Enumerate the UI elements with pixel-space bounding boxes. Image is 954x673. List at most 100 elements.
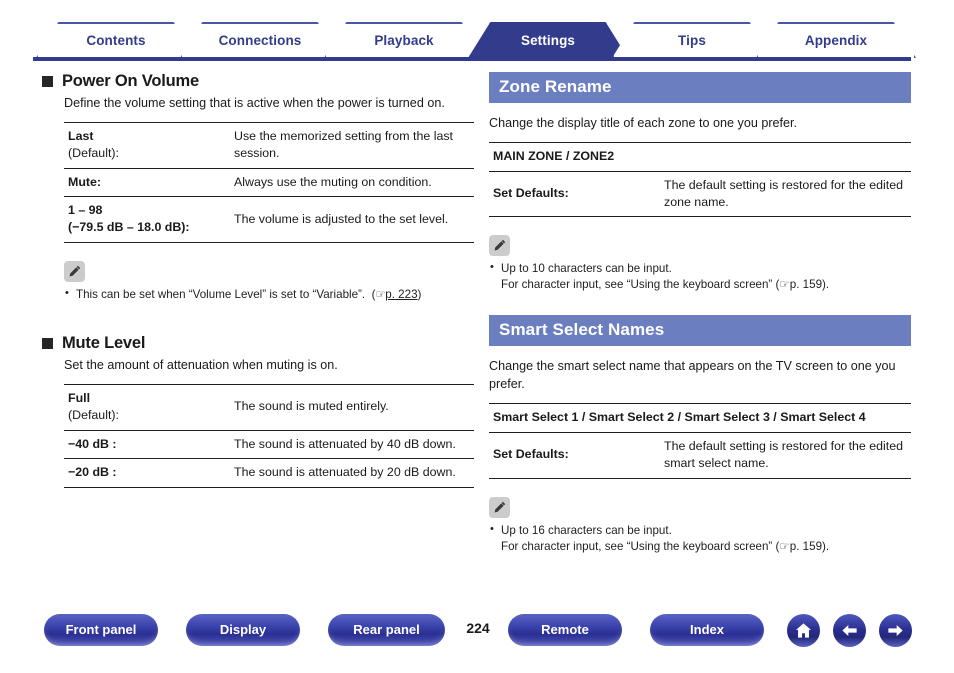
note-block-power-on-volume: This can be set when “Volume Level” is s… (64, 261, 476, 304)
note-block-smart-select-names: Up to 16 characters can be input. For ch… (489, 496, 911, 555)
key-rest: (Default): (68, 407, 119, 422)
section-heading-mute-level: Mute Level (42, 334, 476, 353)
list-item: This can be set when “Volume Level” is s… (64, 286, 476, 304)
left-content-column: Power On Volume Define the volume settin… (42, 72, 476, 489)
rear-panel-button[interactable]: Rear panel (328, 614, 445, 646)
note-line2-prefix: For character input, see “Using the keyb… (501, 539, 780, 553)
key-bold: Full (68, 390, 91, 405)
table-row: 1 – 98 (−79.5 dB – 18.0 dB): The volume … (64, 196, 474, 244)
section-intro-zone-rename: Change the display title of each zone to… (489, 116, 798, 130)
page-link[interactable]: p. 159 (790, 540, 822, 553)
note-text-line2: For character input, see “Using the keyb… (501, 277, 911, 293)
front-panel-button[interactable]: Front panel (44, 614, 158, 646)
section-heading-power-on-volume: Power On Volume (42, 72, 476, 91)
pointing-hand-icon: ☞ (375, 289, 386, 302)
table-cell-key: Full (Default): (64, 383, 230, 431)
table-cell-key: Mute: (64, 168, 230, 198)
home-icon (794, 621, 813, 640)
table-cell-key: 1 – 98 (−79.5 dB – 18.0 dB): (64, 196, 230, 244)
table-cell-key: −40 dB : (64, 430, 230, 460)
table-row: −40 dB : The sound is attenuated by 40 d… (64, 430, 474, 460)
note-list: Up to 10 characters can be input. For ch… (489, 260, 911, 293)
arrow-right-icon (886, 621, 905, 640)
tab-settings[interactable]: Settings (468, 22, 628, 58)
table-row: Mute: Always use the muting on condition… (64, 168, 474, 198)
table-row: Last (Default): Use the memorized settin… (64, 121, 474, 169)
table-cell-value: The volume is adjusted to the set level. (230, 196, 474, 244)
pointing-hand-icon: ☞ (779, 278, 790, 292)
table-row: −20 dB : The sound is attenuated by 20 d… (64, 458, 474, 489)
spec-table-power-on-volume: Last (Default): Use the memorized settin… (64, 121, 474, 244)
back-button[interactable] (833, 614, 866, 647)
key-bold: 1 – 98 (68, 203, 103, 218)
tab-contents[interactable]: Contents (36, 22, 196, 58)
display-button[interactable]: Display (186, 614, 300, 646)
list-item: Up to 10 characters can be input. For ch… (489, 260, 911, 293)
table-cell-value: The sound is attenuated by 40 dB down. (230, 430, 474, 460)
page-reference[interactable]: (☞p. 223) (368, 288, 422, 302)
section-intro-mute-level: Set the amount of attenuation when mutin… (64, 358, 338, 373)
note-text: Up to 16 characters can be input. (501, 523, 672, 537)
note-line2-suffix: ). (822, 278, 830, 292)
note-line2-suffix: ). (822, 539, 830, 553)
table-cell-value: Always use the muting on condition. (230, 168, 474, 198)
group-header-cell: MAIN ZONE / ZONE2 (489, 141, 911, 172)
pencil-note-icon (489, 496, 510, 518)
key-rest: (Default): (68, 145, 119, 160)
right-content-column: Zone Rename Change the display title of … (489, 72, 911, 556)
remote-button[interactable]: Remote (508, 614, 622, 646)
tab-tips[interactable]: Tips (612, 22, 772, 58)
home-button[interactable] (787, 614, 820, 647)
tab-bar-divider (33, 57, 911, 61)
list-item: Up to 16 characters can be input. For ch… (489, 522, 911, 555)
spec-table-mute-level: Full (Default): The sound is muted entir… (64, 383, 474, 489)
section-intro-smart-select-names: Change the smart select name that appear… (489, 359, 896, 392)
table-cell-key: −20 dB : (64, 458, 230, 489)
note-text: Up to 10 characters can be input. (501, 262, 672, 276)
table-cell-value: The default setting is restored for the … (660, 171, 911, 218)
table-row-group-header: MAIN ZONE / ZONE2 (489, 141, 911, 172)
tab-connections[interactable]: Connections (180, 22, 340, 58)
arrow-left-icon (840, 621, 859, 640)
key-rest: (−79.5 dB – 18.0 dB): (68, 220, 190, 235)
spec-table-smart-select-names: Smart Select 1 / Smart Select 2 / Smart … (489, 403, 911, 479)
square-bullet-icon (42, 338, 53, 350)
key-bold: −40 dB : (68, 436, 117, 451)
tab-playback[interactable]: Playback (324, 22, 484, 58)
table-cell-key: Set Defaults: (489, 432, 660, 479)
heading-text: Mute Level (62, 334, 146, 353)
key-bold: Last (68, 128, 94, 143)
page-link[interactable]: p. 159 (790, 278, 822, 291)
key-bold: −20 dB : (68, 465, 117, 480)
section-heading-zone-rename: Zone Rename (489, 72, 911, 103)
note-block-zone-rename: Up to 10 characters can be input. For ch… (489, 235, 911, 293)
table-cell-key: Last (Default): (64, 121, 230, 169)
note-text: This can be set when “Volume Level” is s… (76, 288, 366, 302)
group-header-cell: Smart Select 1 / Smart Select 2 / Smart … (489, 403, 911, 434)
page-number: 224 (466, 620, 490, 636)
table-cell-value: The sound is muted entirely. (230, 383, 474, 431)
table-row: Set Defaults: The default setting is res… (489, 432, 911, 479)
section-intro-power-on-volume: Define the volume setting that is active… (64, 96, 445, 110)
page-link[interactable]: p. 223 (385, 288, 417, 301)
index-button[interactable]: Index (650, 614, 764, 646)
footer-navigation-bar: Front panel Display Rear panel 224 Remot… (0, 614, 954, 666)
note-list: This can be set when “Volume Level” is s… (64, 286, 476, 304)
tab-appendix[interactable]: Appendix (756, 22, 916, 58)
key-bold: Mute: (68, 174, 102, 189)
pointing-hand-icon: ☞ (779, 539, 790, 553)
table-row: Set Defaults: The default setting is res… (489, 171, 911, 218)
forward-button[interactable] (879, 614, 912, 647)
heading-text: Power On Volume (62, 72, 199, 90)
note-list: Up to 16 characters can be input. For ch… (489, 522, 911, 555)
xref-close: ) (417, 288, 422, 302)
table-row: Full (Default): The sound is muted entir… (64, 383, 474, 431)
note-line2-prefix: For character input, see “Using the keyb… (501, 278, 780, 292)
table-cell-value: The default setting is restored for the … (660, 432, 911, 479)
square-bullet-icon (42, 76, 53, 87)
table-cell-value: The sound is attenuated by 20 dB down. (230, 458, 474, 489)
pencil-note-icon (489, 235, 510, 257)
table-row-group-header: Smart Select 1 / Smart Select 2 / Smart … (489, 403, 911, 434)
top-tab-bar: Contents Connections Playback Settings T… (0, 0, 954, 62)
table-cell-key: Set Defaults: (489, 171, 660, 218)
